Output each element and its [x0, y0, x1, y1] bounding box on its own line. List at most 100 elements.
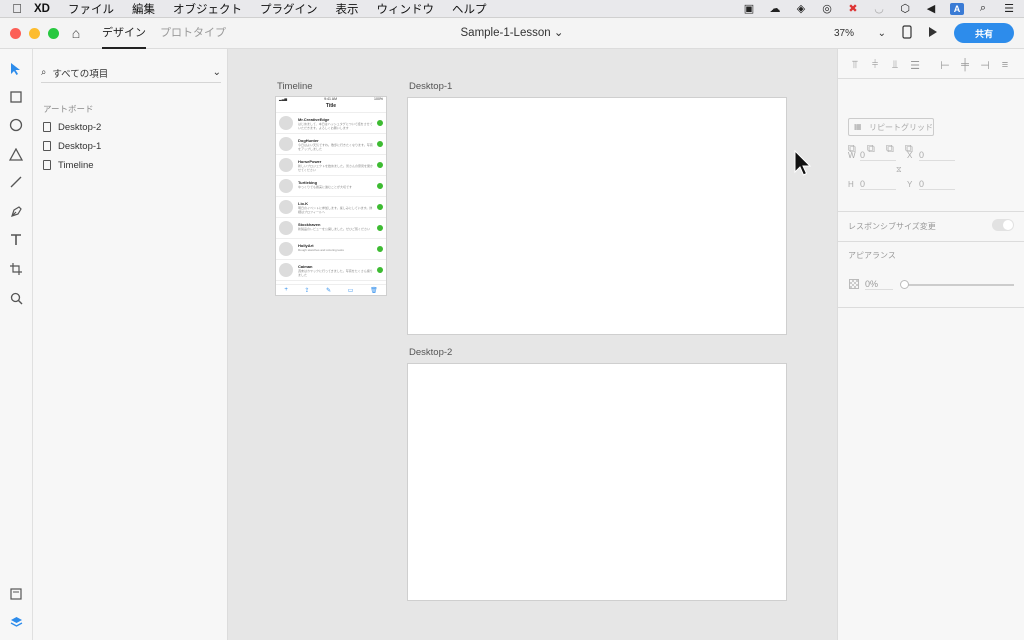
- width-input[interactable]: 0: [860, 150, 896, 161]
- menu-file[interactable]: ファイル: [68, 1, 114, 17]
- artboard-label-desktop-2[interactable]: Desktop-2: [409, 347, 452, 358]
- zoom-control[interactable]: 37% ⌄: [834, 28, 886, 39]
- artboard-desktop-1[interactable]: [407, 97, 787, 335]
- menu-plugins[interactable]: プラグイン: [260, 1, 318, 17]
- opacity-slider-track[interactable]: [904, 284, 1014, 286]
- camera-icon[interactable]: ▣: [742, 3, 756, 15]
- input-source-icon[interactable]: A: [950, 2, 964, 15]
- zoom-window-button[interactable]: [48, 27, 59, 39]
- cloud-icon[interactable]: ☁: [768, 3, 782, 15]
- status-dot: [377, 183, 383, 189]
- close-window-button[interactable]: [10, 27, 21, 39]
- pen-tool-icon[interactable]: [6, 201, 26, 221]
- select-tool-icon[interactable]: [6, 59, 26, 79]
- add-icon: +: [284, 287, 288, 293]
- text-tool-icon[interactable]: [6, 230, 26, 250]
- apple-menu-icon[interactable]: : [0, 1, 34, 16]
- rectangle-tool-icon[interactable]: [6, 87, 26, 107]
- align-top-icon[interactable]: ⫪: [848, 59, 862, 71]
- x-badge-icon[interactable]: ✖: [846, 3, 860, 15]
- feed-message: 新しいプロジェクトを始めました。皆さんの意見を聞かせてください: [298, 163, 374, 172]
- height-input[interactable]: 0: [860, 179, 896, 190]
- x-input[interactable]: 0: [919, 150, 955, 161]
- app-menu[interactable]: XD: [34, 3, 50, 15]
- layer-filter-label: すべての項目: [52, 68, 109, 80]
- home-icon[interactable]: ⌂: [64, 25, 88, 41]
- x-label: X: [907, 151, 913, 160]
- distribute-vertical-icon[interactable]: ☰: [908, 59, 922, 72]
- y-input[interactable]: 0: [919, 179, 955, 190]
- line-tool-icon[interactable]: [6, 172, 26, 192]
- align-bottom-icon[interactable]: ⫫: [888, 59, 902, 71]
- assets-panel-icon[interactable]: [6, 584, 26, 604]
- layer-item-label: Desktop-1: [58, 140, 102, 152]
- menu-view[interactable]: 表示: [335, 1, 358, 17]
- volume-icon[interactable]: ◀: [924, 3, 938, 15]
- menu-object[interactable]: オブジェクト: [173, 1, 242, 17]
- align-section: ⫪ ⫩ ⫫ ☰ ⊢ ╪ ⊣ ≡: [838, 49, 1024, 79]
- status-dot: [377, 120, 383, 126]
- minimize-window-button[interactable]: [29, 27, 40, 39]
- share-button[interactable]: 共有: [954, 23, 1014, 43]
- layer-item[interactable]: Timeline: [43, 157, 94, 173]
- opacity-icon: [849, 279, 859, 289]
- artboard-desktop-2[interactable]: [407, 363, 787, 601]
- phone-tabbar: + ⇪ ✎ ▭ 🗑: [276, 284, 386, 295]
- artboards-section-label: アートボード: [43, 104, 94, 114]
- layer-item-label: Timeline: [58, 159, 94, 171]
- artboard-tool-icon[interactable]: [6, 259, 26, 279]
- artboard-icon: [43, 141, 51, 151]
- play-icon[interactable]: [928, 26, 938, 41]
- layer-item[interactable]: Desktop-2: [43, 119, 101, 135]
- layer-item[interactable]: Desktop-1: [43, 138, 101, 154]
- menu-window[interactable]: ウィンドウ: [376, 1, 434, 17]
- layers-panel-icon[interactable]: [6, 612, 26, 632]
- avatar: [279, 263, 293, 277]
- distribute-horizontal-icon[interactable]: ≡: [998, 59, 1012, 71]
- wifi-icon[interactable]: ◡: [872, 3, 886, 15]
- list-icon[interactable]: ☰: [1002, 3, 1016, 15]
- tab-design[interactable]: デザイン: [102, 18, 146, 49]
- chevron-down-icon[interactable]: ⌄: [554, 27, 564, 39]
- opacity-slider-handle[interactable]: [900, 280, 909, 289]
- artboard-icon: [43, 160, 51, 170]
- menubar:  XD ファイル 編集 オブジェクト プラグイン 表示 ウィンドウ ヘルプ ▣…: [0, 0, 1024, 18]
- lock-aspect-icon[interactable]: ⧖: [896, 165, 902, 175]
- feed-message: はじめまして、本日はハッシュタグについて話をさせていただきます。よろしくお願いし…: [298, 121, 373, 130]
- zoom-tool-icon[interactable]: [6, 288, 26, 308]
- signal-icon: ▂▃▅: [279, 97, 288, 101]
- feed-text: Lio.K 明日のイベントに参加します。楽しみにしています。詳細はプロフィールへ: [298, 201, 374, 214]
- feed-row: Stockhaven 新製品のレビューを公開しました。ぜひご覧ください: [276, 218, 386, 239]
- feed-text: Stockhaven 新製品のレビューを公開しました。ぜひご覧ください: [298, 222, 374, 235]
- menu-help[interactable]: ヘルプ: [452, 1, 487, 17]
- avatar: [279, 158, 293, 172]
- feed-text: Caiman 週末はカヤックに行ってきました。写真をたくさん撮りました: [298, 264, 374, 277]
- align-left-icon[interactable]: ⊢: [938, 59, 952, 72]
- design-canvas[interactable]: Timeline Desktop-1 Desktop-2 ▂▃▅ 9:41 AM…: [228, 49, 837, 640]
- height-label: H: [848, 180, 854, 189]
- opacity-input[interactable]: 0%: [865, 279, 893, 290]
- align-center-icon[interactable]: ╪: [958, 59, 972, 71]
- creative-cloud-icon[interactable]: ◎: [820, 3, 834, 15]
- align-right-icon[interactable]: ⊣: [978, 59, 992, 72]
- ellipse-tool-icon[interactable]: [6, 115, 26, 135]
- artboard-label-desktop-1[interactable]: Desktop-1: [409, 81, 452, 92]
- dropbox-icon[interactable]: ◈: [794, 3, 808, 15]
- artboard-label-timeline[interactable]: Timeline: [277, 81, 313, 92]
- polygon-tool-icon[interactable]: [6, 144, 26, 164]
- avatar: [279, 221, 293, 235]
- align-middle-icon[interactable]: ⫩: [868, 59, 882, 71]
- tab-prototype[interactable]: プロトタイプ: [160, 18, 226, 49]
- shield-icon[interactable]: ⬡: [898, 3, 912, 15]
- repeat-grid-button[interactable]: ▦ リピートグリッド: [848, 118, 934, 136]
- responsive-resize-toggle[interactable]: [992, 219, 1014, 231]
- spotlight-icon[interactable]: ⌕: [976, 2, 990, 15]
- appearance-label: アピアランス: [848, 251, 896, 260]
- search-icon: ⌕: [41, 67, 47, 78]
- device-preview-icon[interactable]: [902, 24, 912, 42]
- menu-edit[interactable]: 編集: [132, 1, 155, 17]
- status-dot: [377, 246, 383, 252]
- document-title[interactable]: Sample-1-Lesson: [461, 27, 551, 39]
- artboard-timeline[interactable]: ▂▃▅ 9:41 AM 100% Title Mr.CreativeEdge はじ…: [275, 96, 387, 296]
- layer-filter-dropdown[interactable]: ⌕ すべての項目 ⌄: [41, 63, 221, 83]
